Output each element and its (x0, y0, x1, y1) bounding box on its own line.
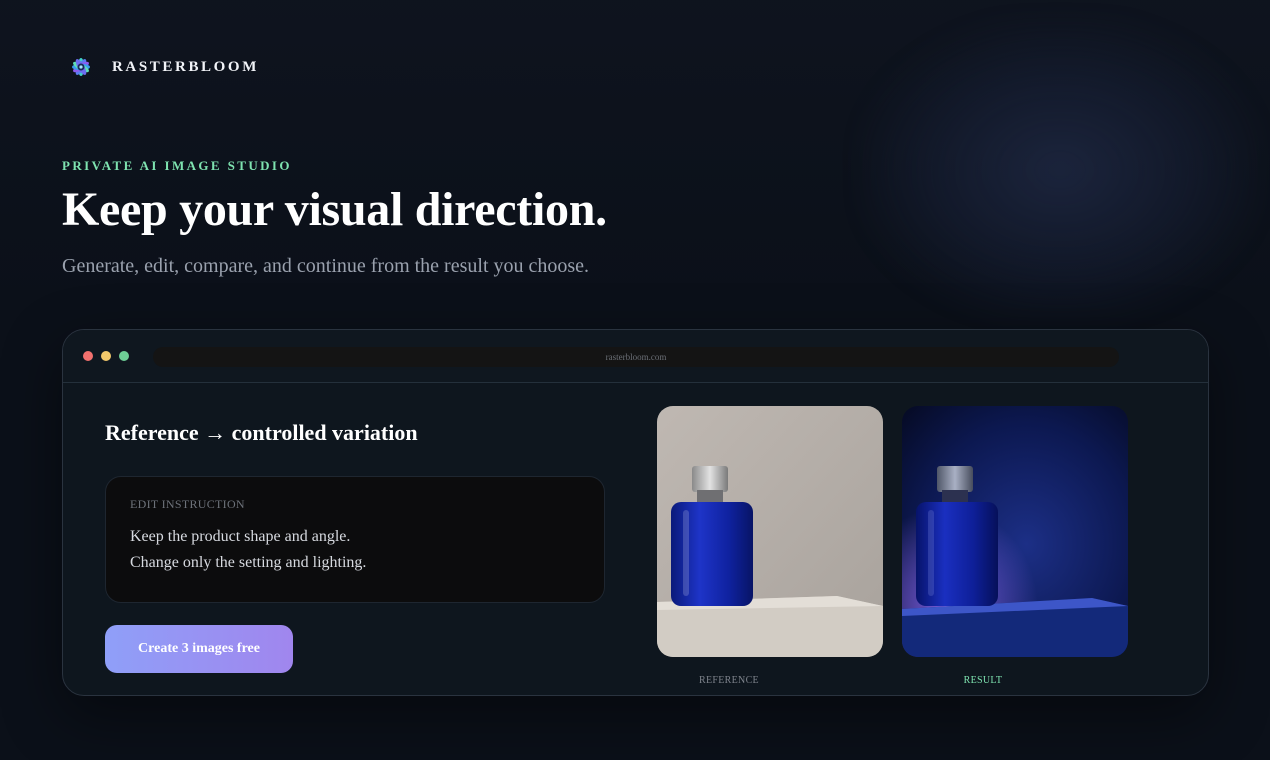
brand-name: RASTERBLOOM (112, 58, 259, 75)
url-bar: rasterbloom.com (153, 347, 1119, 367)
background-glow (860, 20, 1260, 320)
reference-caption: REFERENCE (699, 675, 759, 686)
edit-instruction-card: EDIT INSTRUCTION Keep the product shape … (105, 476, 605, 603)
close-dot-icon (83, 351, 93, 361)
url-text: rasterbloom.com (605, 352, 667, 362)
hero-subhead: Generate, edit, compare, and continue fr… (62, 255, 590, 277)
reference-image (657, 406, 883, 657)
result-caption: RESULT (963, 675, 1003, 686)
result-image (902, 406, 1128, 657)
hero-headline: Keep your visual direction. (62, 183, 607, 236)
bloom-logo-icon (72, 58, 90, 76)
hero-eyebrow: PRIVATE AI IMAGE STUDIO (62, 158, 292, 173)
panel-title: Reference → controlled variation (105, 420, 418, 445)
window-titlebar: rasterbloom.com (63, 330, 1208, 383)
minimize-dot-icon (101, 351, 111, 361)
create-images-button[interactable]: Create 3 images free (105, 625, 293, 673)
browser-window-mockup: rasterbloom.com Reference → controlled v… (62, 329, 1209, 696)
edit-instruction-line: Change only the setting and lighting. (130, 554, 367, 571)
edit-instruction-label: EDIT INSTRUCTION (130, 497, 245, 511)
edit-instruction-line: Keep the product shape and angle. (130, 528, 351, 545)
maximize-dot-icon (119, 351, 129, 361)
brand[interactable]: RASTERBLOOM (66, 52, 259, 82)
